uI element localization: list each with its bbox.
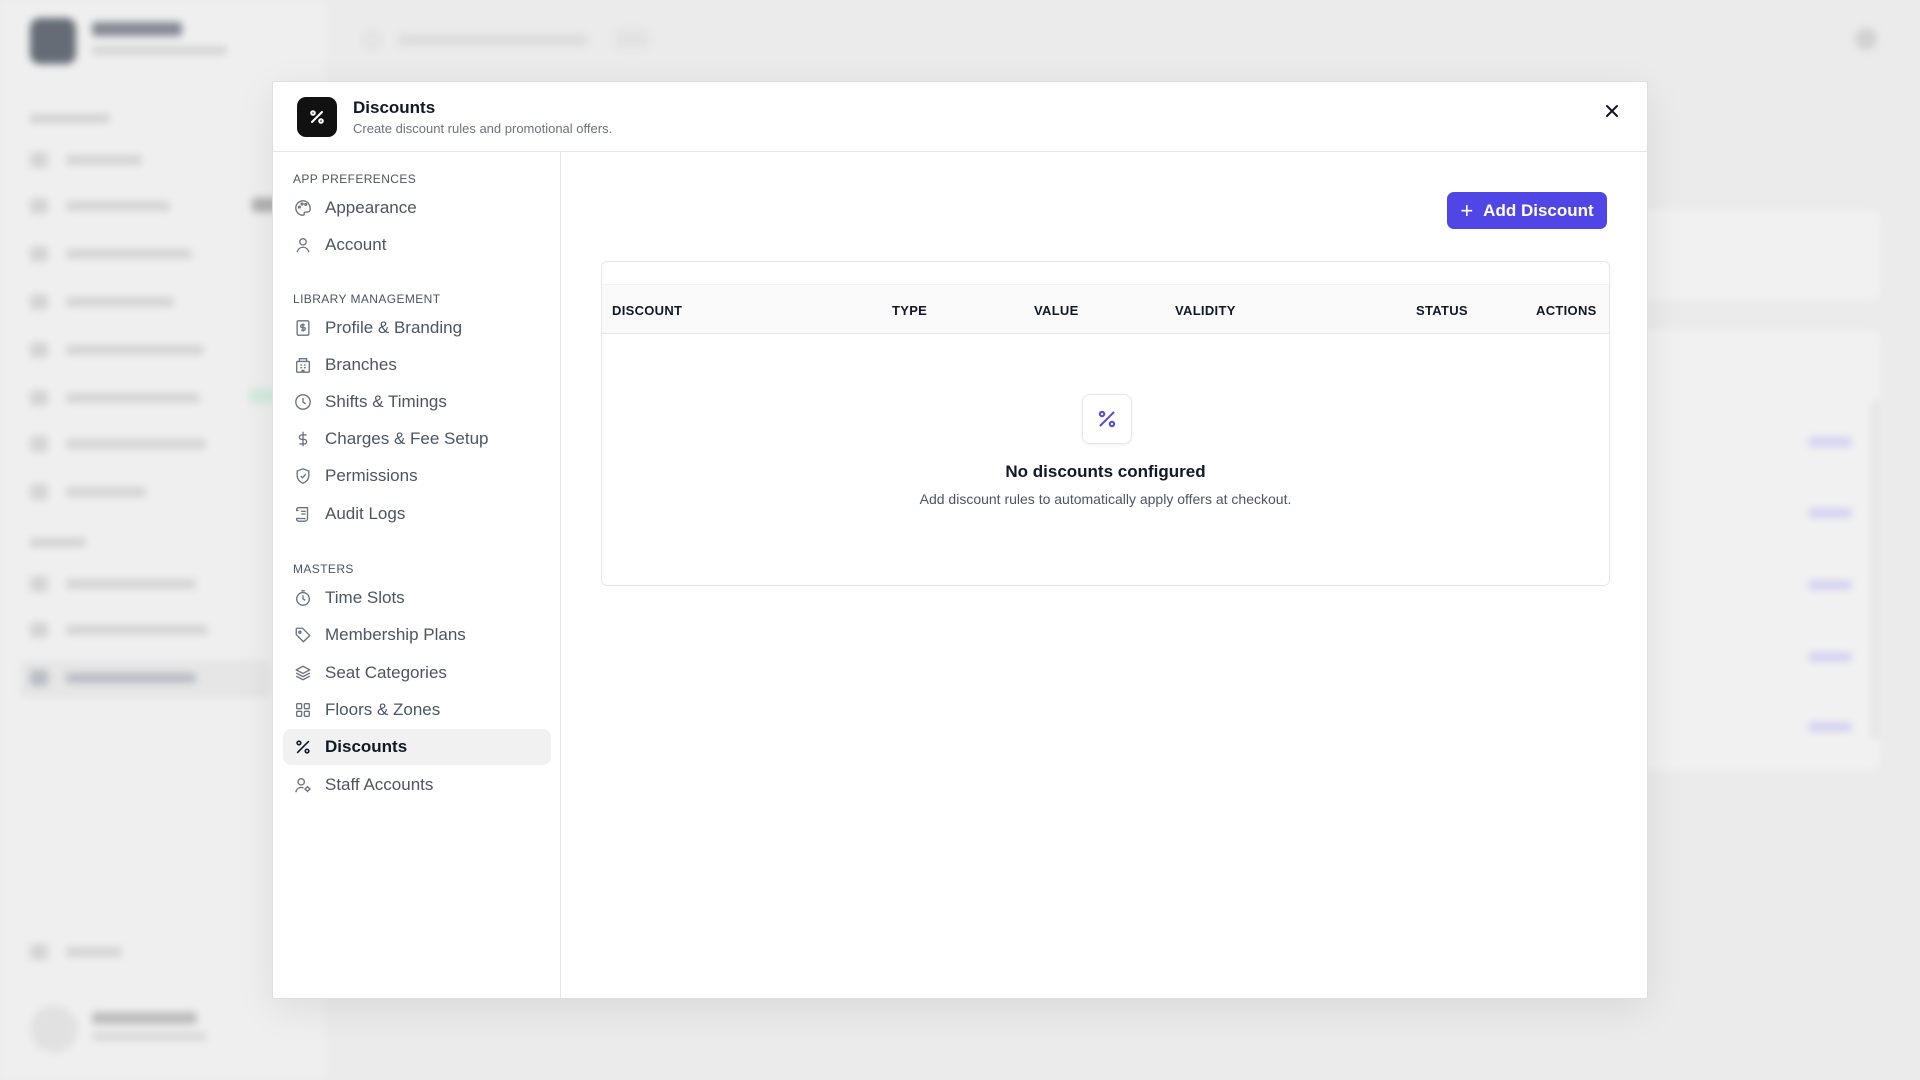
grid-icon — [293, 700, 313, 720]
shield-icon — [293, 466, 313, 486]
percent-icon — [1082, 394, 1132, 444]
document-dollar-icon — [293, 318, 313, 338]
nav-item-profile-branding[interactable]: Profile & Branding — [283, 310, 551, 346]
user-gear-icon — [293, 775, 313, 795]
column-header-value[interactable]: VALUE — [1034, 303, 1079, 318]
column-header-discount[interactable]: DISCOUNT — [612, 303, 682, 318]
column-header-status[interactable]: STATUS — [1416, 303, 1468, 318]
layers-icon — [293, 663, 313, 683]
percent-icon — [297, 97, 337, 137]
nav-item-floors-zones[interactable]: Floors & Zones — [283, 692, 551, 728]
close-button[interactable] — [1599, 98, 1625, 124]
nav-item-branches[interactable]: Branches — [283, 347, 551, 383]
user-icon — [293, 235, 313, 255]
dollar-icon — [293, 429, 313, 449]
palette-icon — [293, 198, 313, 218]
timer-icon — [293, 588, 313, 608]
nav-item-membership-plans[interactable]: Membership Plans — [283, 617, 551, 653]
nav-item-account[interactable]: Account — [283, 227, 551, 263]
add-discount-label: Add Discount — [1483, 200, 1594, 220]
empty-state-title: No discounts configured — [1005, 462, 1206, 481]
settings-modal: Discounts Create discount rules and prom… — [272, 81, 1648, 999]
column-header-actions: ACTIONS — [1536, 303, 1597, 318]
building-icon — [293, 355, 313, 375]
nav-item-charges-fee-setup[interactable]: Charges & Fee Setup — [283, 421, 551, 457]
nav-item-permissions[interactable]: Permissions — [283, 458, 551, 494]
nav-section-app-preferences: APP PREFERENCES — [293, 172, 417, 186]
nav-item-label: Audit Logs — [325, 504, 406, 523]
scroll-icon — [293, 504, 313, 524]
nav-item-audit-logs[interactable]: Audit Logs — [283, 496, 551, 532]
column-header-type[interactable]: TYPE — [892, 303, 927, 318]
add-discount-button[interactable]: + Add Discount — [1447, 192, 1607, 229]
nav-section-masters: MASTERS — [293, 562, 354, 576]
nav-item-label: Floors & Zones — [325, 700, 441, 719]
nav-item-label: Account — [325, 235, 387, 254]
nav-item-appearance[interactable]: Appearance — [283, 190, 551, 226]
modal-header: Discounts Create discount rules and prom… — [273, 82, 1647, 152]
nav-item-label: Membership Plans — [325, 625, 466, 644]
nav-item-time-slots[interactable]: Time Slots — [283, 580, 551, 616]
plus-icon: + — [1460, 197, 1474, 223]
nav-item-staff-accounts[interactable]: Staff Accounts — [283, 767, 551, 803]
nav-item-label: Time Slots — [325, 588, 405, 607]
nav-item-label: Shifts & Timings — [325, 392, 447, 411]
clock-icon — [293, 392, 313, 412]
modal-title: Discounts — [353, 98, 436, 117]
nav-item-label: Charges & Fee Setup — [325, 429, 489, 448]
settings-nav: APP PREFERENCES Appearance Account LIBRA… — [273, 152, 561, 998]
tag-icon — [293, 625, 313, 645]
nav-item-label: Discounts — [325, 737, 408, 756]
nav-item-label: Appearance — [325, 198, 417, 217]
empty-state-message: Add discount rules to automatically appl… — [919, 491, 1292, 507]
close-icon — [1606, 105, 1618, 117]
nav-item-discounts[interactable]: Discounts — [283, 729, 551, 765]
nav-item-label: Staff Accounts — [325, 775, 434, 794]
percent-icon — [293, 737, 313, 757]
table-header: DISCOUNT TYPE VALUE VALIDITY STATUS ACTI… — [602, 284, 1609, 334]
nav-section-library-management: LIBRARY MANAGEMENT — [293, 292, 441, 306]
nav-item-label: Seat Categories — [325, 663, 447, 682]
nav-item-label: Profile & Branding — [325, 318, 463, 337]
modal-subtitle: Create discount rules and promotional of… — [353, 121, 613, 136]
nav-item-label: Branches — [325, 355, 397, 374]
nav-item-shifts-timings[interactable]: Shifts & Timings — [283, 384, 551, 420]
column-header-validity[interactable]: VALIDITY — [1175, 303, 1236, 318]
discounts-table: DISCOUNT TYPE VALUE VALIDITY STATUS ACTI… — [601, 261, 1610, 586]
nav-item-label: Permissions — [325, 466, 418, 485]
nav-item-seat-categories[interactable]: Seat Categories — [283, 655, 551, 691]
